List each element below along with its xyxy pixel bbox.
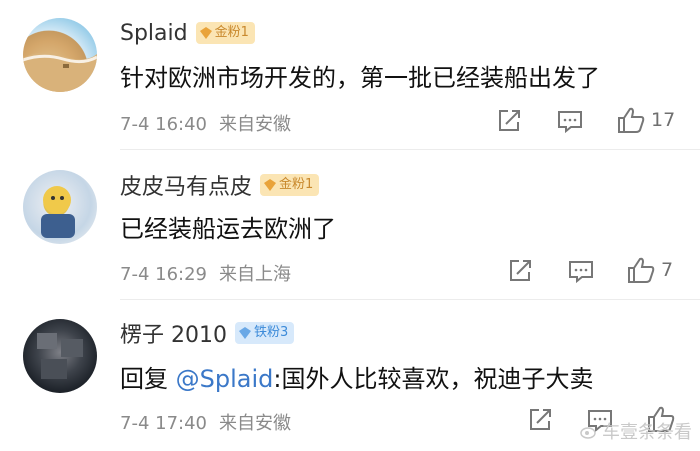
badge-label: 铁粉3 <box>253 325 289 340</box>
comment-icon <box>558 111 582 134</box>
comment-item: Splaid 金粉1 针对欧洲市场开发的，第一批已经装船出发了 7-4 16:4… <box>0 0 700 150</box>
comment-meta: 7-4 17:40 来自安徽 <box>120 409 303 435</box>
like-button[interactable]: 17 <box>617 106 675 134</box>
comment-icon <box>569 261 593 284</box>
badge-gem-icon <box>238 327 251 339</box>
like-count: 17 <box>651 109 676 131</box>
watermark-text: 车壹条条看 <box>602 422 692 443</box>
comment-text: 已经装船运去欧洲了 <box>120 215 336 243</box>
username[interactable]: Splaid <box>120 21 188 46</box>
mention-link[interactable]: @Splaid <box>176 365 274 393</box>
fan-badge: 金粉1 <box>260 174 320 196</box>
badge-label: 金粉1 <box>214 25 249 40</box>
share-button[interactable] <box>507 258 533 284</box>
like-count: 7 <box>661 259 674 281</box>
comment-location: 来自安徽 <box>219 413 291 434</box>
user-row: Splaid 金粉1 <box>120 18 255 48</box>
comment-location: 来自上海 <box>219 264 291 285</box>
badge-gem-icon <box>264 179 277 191</box>
fan-badge: 金粉1 <box>195 22 255 44</box>
like-icon <box>618 107 645 133</box>
comment-time: 7-4 16:29 <box>120 264 207 285</box>
share-icon <box>530 409 551 430</box>
avatar[interactable] <box>23 170 97 244</box>
comment-time: 7-4 16:40 <box>120 114 207 135</box>
comment-button[interactable] <box>557 108 583 134</box>
username[interactable]: 楞子 2010 <box>120 317 227 349</box>
username[interactable]: 皮皮马有点皮 <box>120 169 252 201</box>
user-row: 楞子 2010 铁粉3 <box>120 317 295 349</box>
comment-meta: 7-4 16:29 来自上海 <box>120 260 303 286</box>
comment-meta: 7-4 16:40 来自安徽 <box>120 110 303 136</box>
user-row: 皮皮马有点皮 金粉1 <box>120 169 320 201</box>
comment-text: 回复 @Splaid:国外人比较喜欢，祝迪子大卖 <box>120 359 593 394</box>
comment-location: 来自安徽 <box>219 114 291 135</box>
comment-item: 皮皮马有点皮 金粉1 已经装船运去欧洲了 7-4 16:29 来自上海 7 <box>0 150 700 300</box>
badge-gem-icon <box>199 27 212 39</box>
like-button[interactable]: 7 <box>627 256 673 284</box>
watermark: 车壹条条看 <box>580 418 692 444</box>
comment-text: 针对欧洲市场开发的，第一批已经装船出发了 <box>120 64 600 92</box>
avatar[interactable] <box>23 319 97 393</box>
comment-button[interactable] <box>568 258 594 284</box>
avatar[interactable] <box>23 18 97 92</box>
comment-time: 7-4 17:40 <box>120 413 207 434</box>
share-icon <box>510 260 531 281</box>
weibo-logo-icon <box>580 427 596 439</box>
reply-prefix: 回复 <box>120 365 176 393</box>
share-icon <box>499 110 520 131</box>
share-button[interactable] <box>496 108 522 134</box>
like-icon <box>628 257 655 283</box>
fan-badge: 铁粉3 <box>234 322 295 344</box>
badge-label: 金粉1 <box>279 177 314 192</box>
share-button[interactable] <box>527 407 553 433</box>
reply-text: :国外人比较喜欢，祝迪子大卖 <box>273 365 594 393</box>
